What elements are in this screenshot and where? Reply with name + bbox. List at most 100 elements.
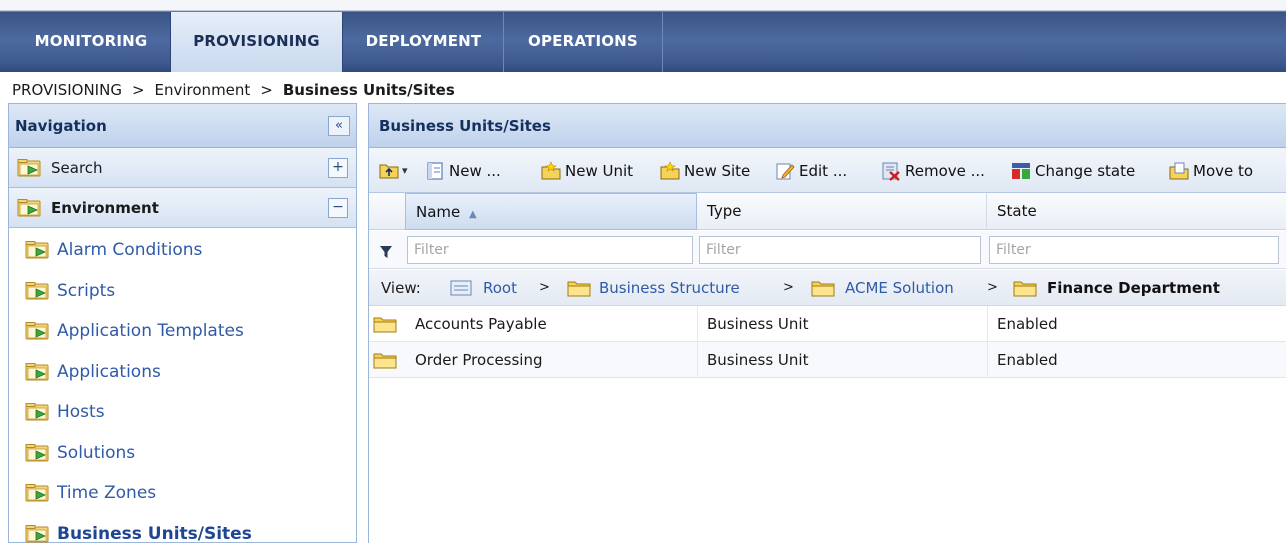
breadcrumb-separator: > xyxy=(260,81,273,99)
tab-provisioning-label: PROVISIONING xyxy=(193,32,320,50)
breadcrumb-current: Business Units/Sites xyxy=(282,81,455,99)
folder-arrow-icon xyxy=(17,198,43,218)
edit-icon xyxy=(776,163,795,180)
nav-item-alarm-conditions[interactable]: Alarm Conditions xyxy=(9,230,356,271)
folder-arrow-icon xyxy=(25,362,51,382)
funnel-icon xyxy=(380,246,392,258)
type-filter-input[interactable] xyxy=(699,236,981,264)
nav-item-business-units-sites[interactable]: Business Units/Sites xyxy=(9,514,356,543)
nav-item-hosts[interactable]: Hosts xyxy=(9,392,356,433)
collapse-panel-button[interactable]: « xyxy=(328,116,350,136)
column-header-type[interactable]: Type xyxy=(697,193,987,230)
new-button[interactable]: New ... xyxy=(425,158,535,184)
move-to-button[interactable]: Move to xyxy=(1169,158,1279,184)
column-header-name[interactable]: Name ▲ xyxy=(405,193,697,230)
nav-item-label: Business Units/Sites xyxy=(57,523,252,543)
nav-item-label: Solutions xyxy=(57,442,136,463)
view-path-business-structure[interactable]: Business Structure xyxy=(599,270,740,306)
breadcrumb-environment[interactable]: Environment xyxy=(155,81,251,99)
tab-deployment[interactable]: DEPLOYMENT xyxy=(344,12,503,72)
new-folder-icon xyxy=(541,161,561,180)
sort-ascending-icon: ▲ xyxy=(469,209,477,220)
nav-item-scripts[interactable]: Scripts xyxy=(9,271,356,312)
name-filter-input[interactable] xyxy=(407,236,693,264)
nav-item-applications[interactable]: Applications xyxy=(9,352,356,393)
nav-item-label: Hosts xyxy=(57,402,105,422)
cell-state: Enabled xyxy=(997,315,1058,333)
accordion-environment-label: Environment xyxy=(51,199,159,217)
move-to-icon xyxy=(1169,162,1189,180)
table-row[interactable]: Order Processing Business Unit Enabled xyxy=(369,342,1286,378)
change-state-button[interactable]: Change state xyxy=(1011,158,1161,184)
column-header-state[interactable]: State xyxy=(987,193,1286,230)
column-header-state-label: State xyxy=(997,202,1037,220)
breadcrumb-separator: > xyxy=(131,81,145,99)
column-header-name-label: Name xyxy=(416,203,461,221)
folder-arrow-icon xyxy=(25,321,51,341)
tab-monitoring-label: MONITORING xyxy=(34,32,148,50)
remove-icon xyxy=(882,162,900,181)
up-level-button[interactable]: ▾ xyxy=(379,158,419,184)
folder-icon xyxy=(373,315,397,333)
accordion-environment[interactable]: Environment − xyxy=(9,188,356,228)
business-units-panel: Business Units/Sites ▾ New ... New Unit xyxy=(368,103,1286,543)
nav-item-label: Application Templates xyxy=(57,321,244,341)
accordion-search[interactable]: Search + xyxy=(9,148,356,188)
tab-provisioning[interactable]: PROVISIONING xyxy=(170,12,343,72)
toolbar: ▾ New ... New Unit New Site Edit ... Rem… xyxy=(369,148,1286,193)
navigation-panel: Navigation « Search + Environment − Alar… xyxy=(8,103,357,543)
nav-item-application-templates[interactable]: Application Templates xyxy=(9,311,356,352)
panel-title: Business Units/Sites xyxy=(379,117,551,135)
new-site-button[interactable]: New Site xyxy=(660,158,768,184)
tab-monitoring[interactable]: MONITORING xyxy=(12,12,170,72)
collapse-environment-button[interactable]: − xyxy=(328,198,348,218)
new-unit-label: New Unit xyxy=(565,162,634,180)
folder-arrow-icon xyxy=(25,240,51,260)
nav-item-label: Time Zones xyxy=(57,483,157,503)
state-filter-input[interactable] xyxy=(989,236,1279,264)
breadcrumb: PROVISIONING > Environment > Business Units/… xyxy=(12,79,455,101)
new-button-label: New ... xyxy=(449,162,501,180)
view-path-separator: > xyxy=(987,280,998,295)
view-label: View: xyxy=(381,279,421,297)
expand-search-button[interactable]: + xyxy=(328,158,348,178)
edit-button[interactable]: Edit ... xyxy=(775,158,875,184)
remove-button[interactable]: Remove ... xyxy=(881,158,1005,184)
folder-arrow-icon xyxy=(17,158,43,178)
column-divider xyxy=(697,342,698,378)
view-path-current: Finance Department xyxy=(1047,279,1220,297)
view-path-root[interactable]: Root xyxy=(483,270,517,306)
column-divider xyxy=(697,306,698,342)
nav-item-label: Scripts xyxy=(57,280,116,301)
filter-row xyxy=(369,231,1286,269)
nav-item-label: Alarm Conditions xyxy=(57,240,203,260)
folder-arrow-icon xyxy=(25,524,51,543)
tab-operations[interactable]: OPERATIONS xyxy=(504,12,662,72)
folder-icon xyxy=(567,279,591,297)
view-path-acme-solution[interactable]: ACME Solution xyxy=(845,270,954,306)
new-unit-button[interactable]: New Unit xyxy=(541,158,653,184)
view-path-separator: > xyxy=(539,280,550,295)
folder-arrow-icon xyxy=(25,281,51,301)
tab-separator xyxy=(662,12,663,72)
nav-item-solutions[interactable]: Solutions xyxy=(9,433,356,474)
accordion-search-label: Search xyxy=(51,159,103,177)
new-document-icon xyxy=(427,162,443,180)
panel-header: Business Units/Sites xyxy=(369,104,1286,148)
table-row[interactable]: Accounts Payable Business Unit Enabled xyxy=(369,306,1286,342)
new-site-label: New Site xyxy=(684,162,751,180)
nav-item-time-zones[interactable]: Time Zones xyxy=(9,473,356,514)
view-path-bar: View: Root > Business Structure > ACME S… xyxy=(369,270,1286,306)
breadcrumb-provisioning[interactable]: PROVISIONING xyxy=(12,81,122,99)
folder-arrow-icon xyxy=(25,443,51,463)
cell-state: Enabled xyxy=(997,351,1058,369)
edit-button-label: Edit ... xyxy=(799,162,848,180)
folder-arrow-icon xyxy=(25,483,51,503)
cell-type: Business Unit xyxy=(707,315,809,333)
view-path-separator: > xyxy=(783,280,794,295)
folder-icon xyxy=(373,351,397,369)
navigation-header: Navigation « xyxy=(9,104,356,148)
grid-header: Name ▲ Type State xyxy=(369,193,1286,230)
column-header-type-label: Type xyxy=(707,202,742,220)
column-divider xyxy=(987,342,988,378)
